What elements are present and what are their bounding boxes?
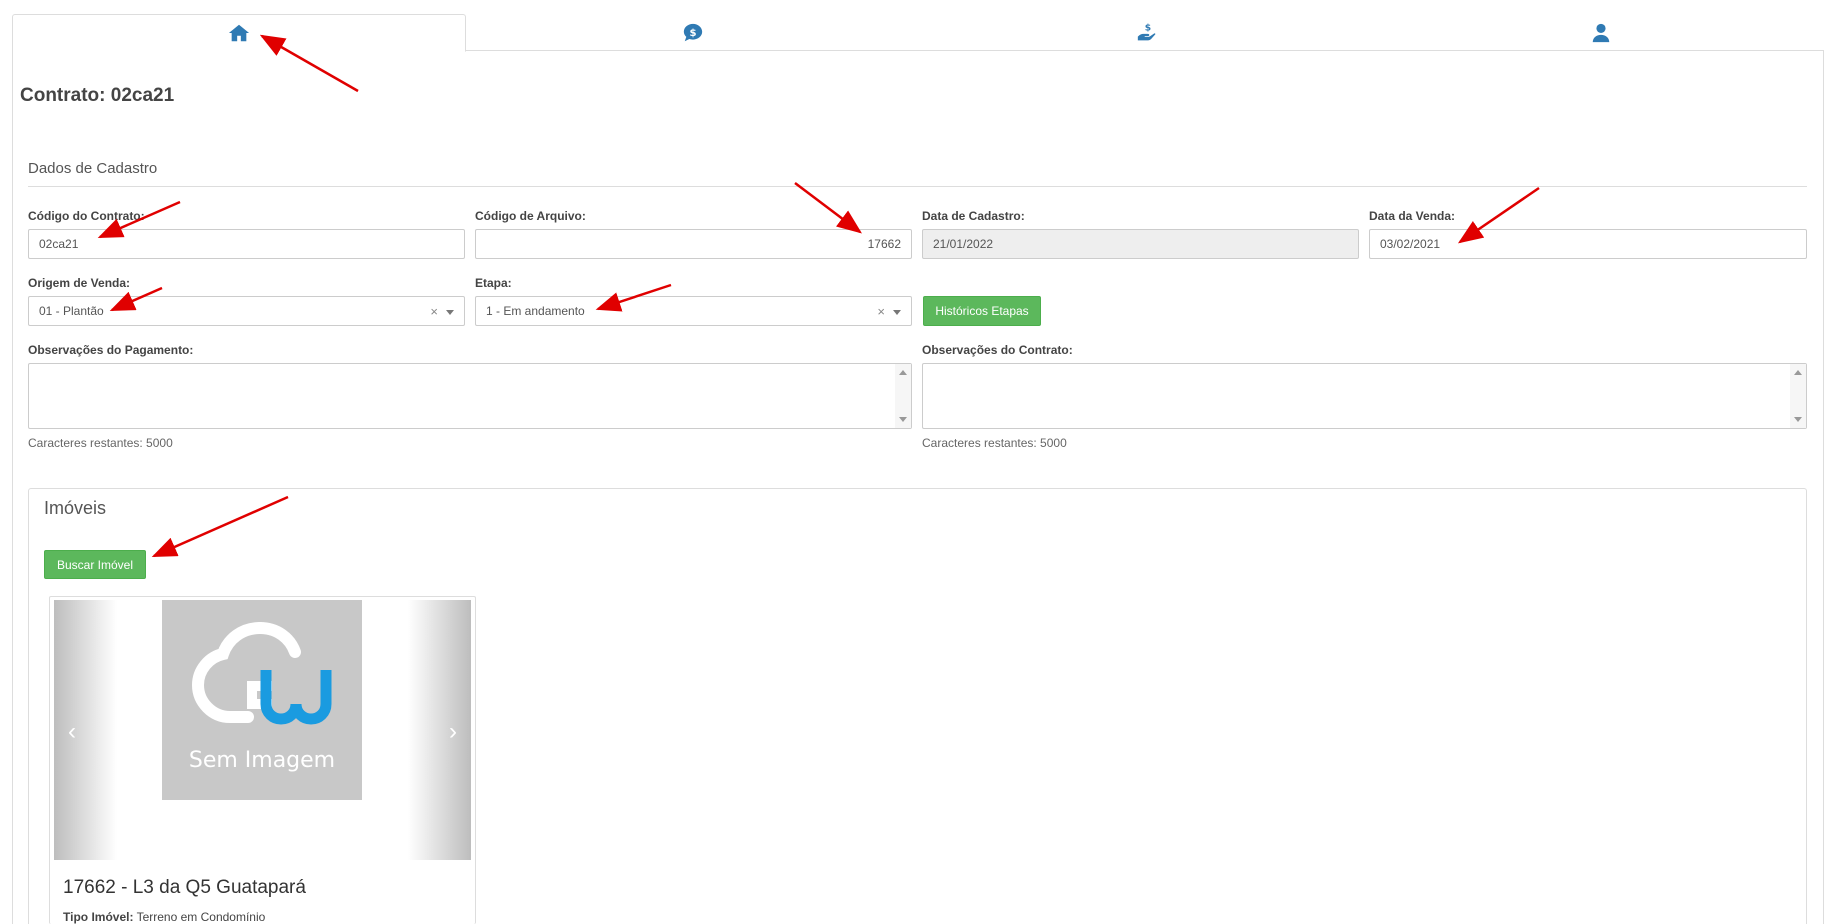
obs-contrato-textarea[interactable] [922,363,1807,429]
imovel-tipo-label: Tipo Imóvel: [63,910,134,924]
money-bubble-icon: $ [683,23,703,41]
data-cadastro-input: 21/01/2022 [922,229,1359,259]
clear-icon[interactable]: × [877,304,885,319]
hand-money-icon: $ [1137,22,1156,40]
page-title: Contrato: 02ca21 [20,85,175,106]
chevron-right-icon[interactable]: › [449,718,457,746]
no-image-text: Sem Imagem [188,748,336,773]
scroll-up-icon[interactable] [1794,370,1802,375]
tab-financial[interactable]: $ [466,14,920,51]
scroll-up-icon[interactable] [899,370,907,375]
svg-text:$: $ [689,27,696,38]
obs-contrato-label: Observações do Contrato: [922,343,1073,357]
codigo-contrato-label: Código do Contrato: [28,209,145,223]
obs-contrato-hint: Caracteres restantes: 5000 [922,436,1067,450]
historicos-etapas-button[interactable]: Históricos Etapas [923,296,1041,326]
user-icon [1592,23,1610,42]
etapa-label: Etapa: [475,276,512,290]
etapa-value: 1 - Em andamento [486,304,585,318]
no-image-placeholder: Sem Imagem [162,600,362,800]
carousel-prev-area[interactable] [54,600,117,860]
codigo-arquivo-label: Código de Arquivo: [475,209,586,223]
buscar-imovel-button[interactable]: Buscar Imóvel [44,550,146,579]
obs-pagamento-label: Observações do Pagamento: [28,343,194,357]
etapa-select[interactable]: 1 - Em andamento × [475,296,912,326]
image-carousel: Sem Imagem ‹ › [54,600,471,860]
data-venda-input[interactable]: 03/02/2021 [1369,229,1807,259]
imovel-card-title: 17662 - L3 da Q5 Guatapará [63,877,306,898]
chevron-down-icon[interactable] [893,310,901,315]
section-title: Dados de Cadastro [28,160,158,177]
tab-bar: $ $ [12,14,1824,52]
section-divider [28,186,1807,187]
obs-pagamento-hint: Caracteres restantes: 5000 [28,436,173,450]
scroll-down-icon[interactable] [899,417,907,422]
chevron-left-icon[interactable]: ‹ [68,718,76,746]
imovel-tipo-value: Terreno em Condomínio [136,910,266,924]
codigo-arquivo-input[interactable]: 17662 [475,229,912,259]
imoveis-title: Imóveis [44,498,107,518]
tab-client[interactable] [1374,14,1828,51]
scroll-down-icon[interactable] [1794,417,1802,422]
obs-pagamento-textarea[interactable] [28,363,912,429]
textarea-scrollbar[interactable] [895,364,911,428]
imovel-tipo-line: Tipo Imóvel: Terreno em Condomínio [63,910,265,924]
tab-payments[interactable]: $ [920,14,1374,51]
data-cadastro-label: Data de Cadastro: [922,209,1025,223]
home-icon [228,24,250,42]
carousel-next-area[interactable] [408,600,471,860]
origem-venda-label: Origem de Venda: [28,276,131,290]
codigo-contrato-input[interactable]: 02ca21 [28,229,465,259]
origem-venda-select[interactable]: 01 - Plantão × [28,296,465,326]
textarea-scrollbar[interactable] [1790,364,1806,428]
tab-home[interactable] [12,14,466,52]
data-venda-label: Data da Venda: [1369,209,1456,223]
clear-icon[interactable]: × [430,304,438,319]
chevron-down-icon[interactable] [446,310,454,315]
origem-venda-value: 01 - Plantão [39,304,104,318]
svg-text:$: $ [1145,22,1151,33]
